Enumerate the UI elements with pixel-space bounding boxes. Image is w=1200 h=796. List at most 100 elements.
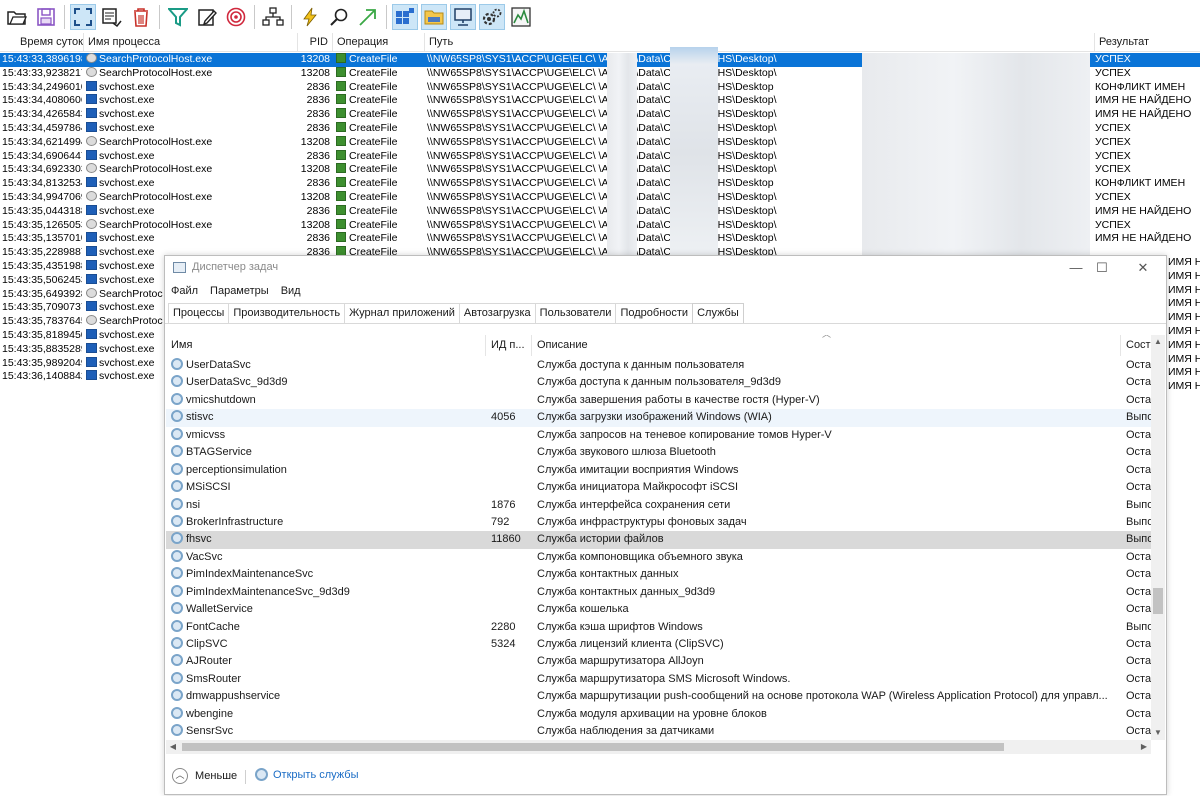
event-pid-text: 13208 bbox=[300, 53, 330, 65]
clear-icon[interactable] bbox=[128, 4, 154, 30]
capture-icon[interactable] bbox=[99, 4, 125, 30]
fewer-details-button[interactable]: ︿ Меньше bbox=[172, 768, 237, 784]
service-name: BTAGService bbox=[171, 444, 486, 461]
service-row[interactable]: SensrSvc Служба наблюдения за датчиками Ос… bbox=[166, 723, 1151, 740]
menu-file[interactable]: Файл bbox=[165, 283, 204, 300]
scroll-left-icon[interactable]: ◀ bbox=[166, 740, 180, 754]
service-row[interactable]: BrokerInfrastructure 792 Служба инфраструк… bbox=[166, 514, 1151, 531]
tab-services[interactable]: Службы bbox=[692, 303, 744, 324]
service-description: Служба наблюдения за датчиками bbox=[537, 723, 1122, 740]
service-row[interactable]: WalletService Служба кошелька Оста bbox=[166, 601, 1151, 618]
service-description: Служба интерфейса сохранения сети bbox=[537, 497, 1122, 514]
service-state-text: Оста bbox=[1126, 428, 1151, 441]
event-result-text: УСПЕХ bbox=[1095, 121, 1131, 134]
highlight-icon[interactable] bbox=[194, 4, 220, 30]
scroll-right-icon[interactable]: ▶ bbox=[1137, 740, 1151, 754]
service-row[interactable]: dmwappushservice Служба маршрутизации pus… bbox=[166, 688, 1151, 705]
menu-view[interactable]: Вид bbox=[275, 283, 307, 300]
column-pid[interactable]: PID bbox=[298, 33, 333, 52]
event-icon[interactable] bbox=[297, 4, 323, 30]
filesystem-icon[interactable] bbox=[421, 3, 447, 30]
profiling-icon[interactable] bbox=[508, 4, 534, 30]
network-icon[interactable] bbox=[450, 3, 476, 30]
event-process-text: SearchProtoc bbox=[99, 287, 163, 300]
service-row[interactable]: vmicvss Служба запросов на теневое копиро… bbox=[166, 427, 1151, 444]
autoscroll-icon[interactable] bbox=[70, 3, 96, 30]
service-row[interactable]: UserDataSvc_9d3d9 Служба доступа к данным… bbox=[166, 374, 1151, 391]
scroll-up-icon[interactable]: ▲ bbox=[1151, 335, 1165, 349]
search-host-icon bbox=[86, 287, 97, 298]
jump-icon[interactable] bbox=[355, 4, 381, 30]
tab-processes[interactable]: Процессы bbox=[168, 303, 230, 323]
service-state-text: Оста bbox=[1126, 446, 1151, 459]
menu-options[interactable]: Параметры bbox=[204, 283, 275, 300]
service-row[interactable]: AJRouter Служба маршрутизатора AllJoyn Ост… bbox=[166, 653, 1151, 670]
horizontal-scrollbar[interactable]: ◀ ▶ bbox=[166, 740, 1151, 754]
event-time-text: 15:43:36,1408842 bbox=[2, 370, 82, 383]
event-result-fragment: ИМЯ НЕ НАЙДЕНО bbox=[1168, 256, 1200, 268]
scroll-thumb[interactable] bbox=[1153, 588, 1163, 614]
event-result-text: ИМЯ НЕ НАЙДЕНО bbox=[1095, 232, 1192, 245]
column-result[interactable]: Результат bbox=[1095, 33, 1200, 52]
service-row[interactable]: wbengine Служба модуля архивации на уровн… bbox=[166, 706, 1151, 723]
event-process-text: SearchProtocolHost.exe bbox=[99, 66, 213, 79]
service-row[interactable]: FontCache 2280 Служба кэша шрифтов Windows… bbox=[166, 619, 1151, 636]
service-row[interactable]: ClipSVC 5324 Служба лицензий клиента (Clip… bbox=[166, 636, 1151, 653]
event-process-text: svchost.exe bbox=[99, 108, 155, 121]
close-button[interactable]: ✕ bbox=[1128, 258, 1158, 278]
process-activity-icon[interactable] bbox=[479, 3, 505, 30]
redacted-region bbox=[670, 47, 718, 260]
scroll-down-icon[interactable]: ▼ bbox=[1151, 726, 1165, 740]
tab-details[interactable]: Подробности bbox=[615, 303, 694, 323]
filter-icon[interactable] bbox=[165, 4, 191, 30]
service-row[interactable]: BTAGService Служба звукового шлюза Blueto… bbox=[166, 444, 1151, 461]
vertical-scrollbar[interactable]: ▲ ▼ bbox=[1151, 335, 1165, 740]
scroll-thumb[interactable] bbox=[182, 743, 1004, 751]
column-time[interactable]: Время суток bbox=[0, 33, 84, 52]
service-row[interactable]: MSiSCSI Служба инициатора Майкрософт iSCS… bbox=[166, 479, 1151, 496]
registry-icon[interactable] bbox=[392, 3, 418, 30]
event-path-text: \\NW65SP8\SYS1\ACCP\UGE\ELC\ \AZHS\ \Dat… bbox=[427, 66, 777, 79]
event-process: svchost.exe bbox=[86, 80, 301, 95]
column-pid[interactable]: ИД п... bbox=[486, 335, 532, 356]
service-row[interactable]: VacSvc Служба компоновщика объемного звук… bbox=[166, 549, 1151, 566]
service-state: Выпо bbox=[1126, 619, 1151, 636]
column-name[interactable]: Имя bbox=[166, 335, 486, 356]
column-description[interactable]: Описание bbox=[532, 335, 1121, 356]
open-services-link[interactable]: Открыть службы bbox=[255, 768, 359, 781]
column-state[interactable]: Сост bbox=[1121, 335, 1151, 356]
save-icon[interactable] bbox=[33, 4, 59, 30]
target-icon[interactable] bbox=[223, 4, 249, 30]
service-row[interactable]: vmicshutdown Служба завершения работы в к… bbox=[166, 392, 1151, 409]
service-name: ClipSVC bbox=[171, 636, 486, 653]
column-path[interactable]: Путь bbox=[425, 33, 1095, 52]
title-bar[interactable]: Диспетчер задач — ☐ ✕ bbox=[165, 256, 1166, 281]
gear-icon bbox=[171, 514, 183, 527]
column-process-name[interactable]: Имя процесса bbox=[84, 33, 298, 52]
service-row[interactable]: stisvc 4056 Служба загрузки изображений Wi… bbox=[166, 409, 1151, 427]
service-name-text: VacSvc bbox=[186, 550, 223, 563]
find-icon[interactable] bbox=[326, 4, 352, 30]
tab-startup[interactable]: Автозагрузка bbox=[458, 303, 536, 323]
service-row[interactable]: fhsvc 11860 Служба истории файлов Выпо bbox=[166, 531, 1151, 549]
service-row[interactable]: perceptionsimulation Служба имитации восп… bbox=[166, 462, 1151, 479]
gear-icon bbox=[171, 532, 183, 545]
tab-app-history[interactable]: Журнал приложений bbox=[344, 303, 460, 323]
maximize-button[interactable]: ☐ bbox=[1087, 258, 1117, 278]
event-pid-text: 2836 bbox=[306, 108, 330, 121]
open-folder-icon[interactable] bbox=[4, 4, 30, 30]
service-row[interactable]: SmsRouter Служба маршрутизатора SMS Micro… bbox=[166, 671, 1151, 688]
service-pid-text: 1876 bbox=[491, 498, 516, 511]
service-state: Оста bbox=[1126, 706, 1151, 723]
service-row[interactable]: PimIndexMaintenanceSvc_9d3d9 Служба конта… bbox=[166, 584, 1151, 601]
service-row[interactable]: PimIndexMaintenanceSvc Служба контактных … bbox=[166, 566, 1151, 583]
column-operation[interactable]: Операция bbox=[333, 33, 425, 52]
service-name-text: perceptionsimulation bbox=[186, 463, 287, 476]
process-tree-icon[interactable] bbox=[260, 4, 286, 30]
service-row[interactable]: nsi 1876 Служба интерфейса сохранения сети… bbox=[166, 497, 1151, 514]
service-row[interactable]: UserDataSvc Служба доступа к данным польз… bbox=[166, 357, 1151, 374]
event-path-text: \\NW65SP8\SYS1\ACCP\UGE\ELC\ \AZHS\ \Dat… bbox=[427, 108, 777, 121]
tab-performance[interactable]: Производительность bbox=[228, 303, 346, 323]
event-path-text: \\NW65SP8\SYS1\ACCP\UGE\ELC\ \AZHS\ \Dat… bbox=[427, 149, 777, 162]
tab-users[interactable]: Пользователи bbox=[534, 303, 617, 323]
